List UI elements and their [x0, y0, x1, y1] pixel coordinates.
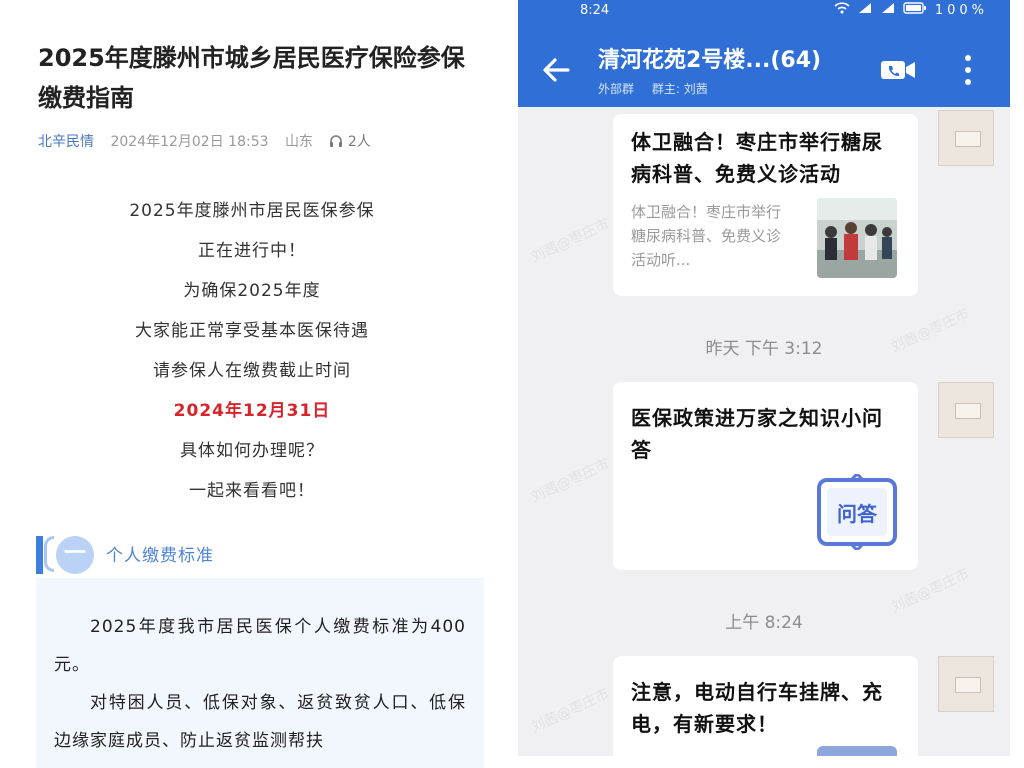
section-bracket [44, 536, 54, 572]
message-card[interactable]: 体卫融合！枣庄市举行糖尿病科普、免费义诊活动 体卫融合！枣庄市举行糖尿病科普、免… [613, 114, 918, 296]
article-title: 2025年度滕州市城乡居民医疗保险参保缴费指南 [38, 44, 465, 112]
avatar-seal [955, 131, 981, 147]
chat-group-subtitle: 外部群 群主: 刘茜 [598, 80, 722, 97]
sender-avatar[interactable] [938, 656, 994, 712]
intro-line: 正在进行中！ [198, 241, 306, 261]
message-description: 体卫融合！枣庄市举行糖尿病科普、免费义诊活动听... [631, 203, 782, 269]
more-options-icon[interactable] [963, 52, 973, 88]
watermark: 刘茜@枣庄市 [528, 685, 612, 736]
article-intro: 2025年度滕州市居民医保参保 正在进行中！ 为确保2025年度 大家能正常享受… [20, 198, 484, 518]
section-number-badge: 一 [56, 536, 94, 574]
message-timestamp: 上午 8:24 [725, 613, 803, 633]
message-title: 体卫融合！枣庄市举行糖尿病科普、免费义诊活动 [631, 130, 883, 186]
section-paragraph: 2025年度我市居民医保个人缴费标准为400元。 [54, 617, 466, 675]
message-title: 注意，电动自行车挂牌、充电，有新要求！ [631, 680, 883, 736]
wifi-icon [834, 2, 850, 14]
message-card[interactable]: 注意，电动自行车挂牌、充电，有新要求！ [613, 656, 918, 756]
battery-icon [902, 2, 926, 14]
headphone-icon [330, 135, 343, 147]
section-body: 2025年度我市居民医保个人缴费标准为400元。 对特困人员、低保对象、返贫致贫… [36, 578, 484, 768]
intro-line: 为确保2025年度 [183, 281, 321, 301]
qa-icon-label: 问答 [837, 502, 877, 526]
battery-percent: 100% [934, 3, 988, 18]
intro-line: 请参保人在缴费截止时间 [153, 361, 351, 381]
sender-avatar[interactable] [938, 382, 994, 438]
status-time: 8:24 [580, 3, 610, 18]
article-panel: 2025年度滕州市城乡居民医疗保险参保缴费指南 北辛民情 2024年12月02日… [20, 0, 484, 768]
external-group-tag: 外部群 [598, 82, 635, 96]
chat-screen: 刘茜@枣庄市 刘茜@枣庄市 刘茜@枣庄市 刘茜@枣庄市 刘茜@枣庄市 8:24 … [518, 0, 1010, 756]
chat-group-title[interactable]: 清河花苑2号楼...(64) [598, 42, 821, 74]
intro-line: 一起来看看吧！ [189, 481, 315, 501]
reader-count-text: 2人 [347, 134, 371, 150]
message-title: 医保政策进万家之知识小问答 [631, 406, 883, 462]
message-card[interactable]: 医保政策进万家之知识小问答 问答 [613, 382, 918, 570]
reader-count: 2人 [329, 134, 371, 150]
section-paragraph: 对特困人员、低保对象、返贫致贫人口、低保边缘家庭成员、防止返贫监测帮扶 [54, 693, 466, 751]
sender-avatar[interactable] [938, 110, 994, 166]
section-accent-bar [36, 536, 43, 574]
article-meta: 北辛民情 2024年12月02日 18:53 山东 2人 [38, 131, 371, 151]
group-owner: 群主: 刘茜 [651, 82, 708, 96]
video-call-icon[interactable] [880, 58, 916, 82]
section-title: 个人缴费标准 [106, 546, 214, 566]
status-bar: 8:24 100% [518, 0, 1010, 22]
avatar-seal [955, 403, 981, 419]
chat-app-bar: 8:24 100% 清河花苑2号楼...(64) 外部群 群主: 刘茜 [518, 0, 1010, 107]
deadline-date: 2024年12月31日 [173, 401, 331, 421]
back-arrow-icon[interactable] [538, 52, 574, 88]
message-timestamp: 昨天 下午 3:12 [705, 339, 823, 359]
status-icons: 100% [834, 2, 988, 18]
intro-line: 具体如何办理呢？ [180, 441, 324, 461]
watermark: 刘茜@枣庄市 [528, 455, 612, 506]
intro-line: 大家能正常享受基本医保待遇 [135, 321, 369, 341]
message-thumbnail [817, 198, 897, 278]
avatar-seal [955, 677, 981, 693]
watermark: 刘茜@枣庄市 [528, 215, 612, 266]
section-header: 一 个人缴费标准 [36, 534, 476, 574]
signal-icon [881, 3, 894, 13]
event-photo-image [817, 198, 897, 278]
intro-line: 2025年度滕州市居民医保参保 [129, 201, 375, 221]
publish-date: 2024年12月02日 18:53 [110, 134, 269, 150]
message-thumbnail [817, 746, 897, 756]
qa-thumbnail: 问答 [817, 471, 897, 553]
author-link[interactable]: 北辛民情 [38, 134, 94, 150]
publish-region: 山东 [284, 134, 313, 150]
signal-icon [859, 3, 872, 13]
